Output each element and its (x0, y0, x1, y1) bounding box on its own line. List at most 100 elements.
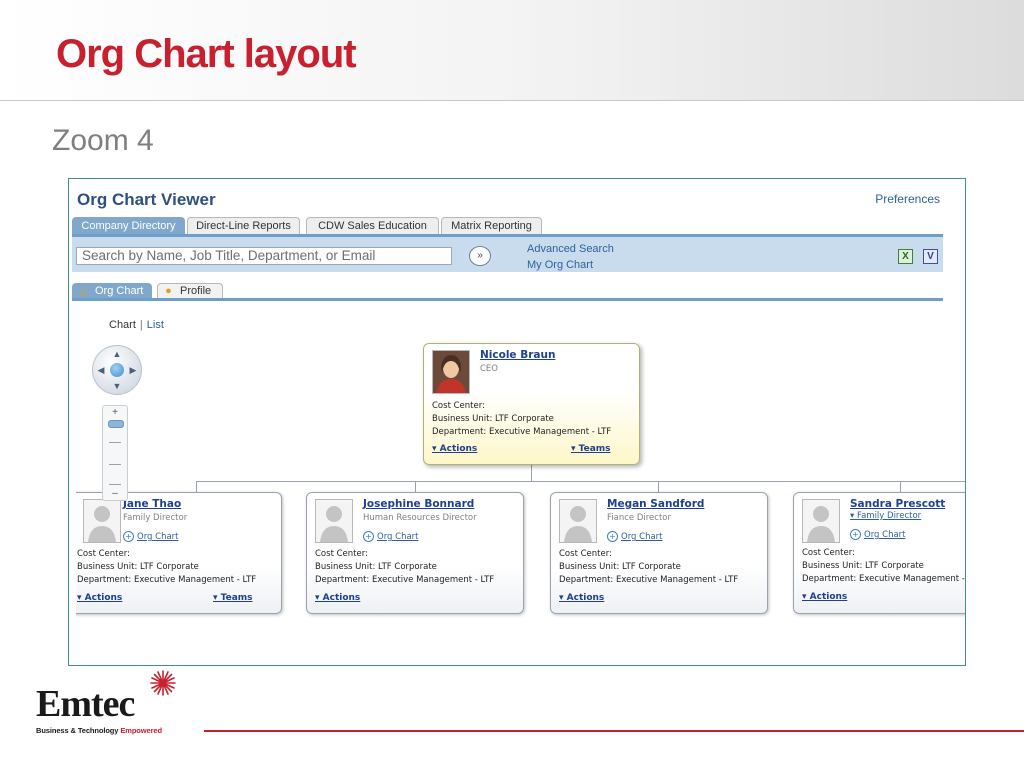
tab-org-chart-label: Org Chart (95, 285, 144, 297)
josephine-org-chart-label: Org Chart (377, 532, 419, 542)
search-bar: » Advanced Search My Org Chart X V (72, 237, 943, 272)
sandra-cost-center: Cost Center: (802, 548, 855, 558)
search-input[interactable] (76, 247, 452, 265)
jane-actions-link[interactable]: ▾ Actions (77, 593, 122, 603)
megan-business-unit: Business Unit: LTF Corporate (559, 562, 681, 572)
preferences-link[interactable]: Preferences (875, 192, 940, 206)
logo-tagline: Business & Technology Empowered (36, 726, 162, 735)
logo-wordmark: Emtec (36, 683, 135, 725)
ceo-business-unit: Business Unit: LTF Corporate (432, 414, 554, 424)
megan-department: Department: Executive Management - LTF (559, 575, 739, 585)
viewer-title: Org Chart Viewer (77, 190, 216, 209)
list-view-link[interactable]: List (147, 319, 164, 331)
subtabs-underline (72, 298, 943, 301)
default-avatar-icon (83, 499, 121, 543)
megan-name-link[interactable]: Megan Sandford (607, 498, 704, 510)
avatar-silhouette (807, 506, 835, 542)
ceo-department: Department: Executive Management - LTF (432, 427, 612, 437)
search-go-button[interactable]: » (469, 246, 491, 266)
pan-control[interactable]: ▲ ▼ ◀ ▶ (92, 345, 142, 395)
tab-profile[interactable]: ● Profile (157, 283, 223, 299)
slide-title: Org Chart layout (56, 32, 357, 76)
megan-title: Fiance Director (607, 513, 671, 523)
megan-org-chart-label: Org Chart (621, 532, 663, 542)
visio-export-icon[interactable]: V (923, 249, 938, 264)
sandra-business-unit: Business Unit: LTF Corporate (802, 561, 924, 571)
tab-cdw-sales-education[interactable]: CDW Sales Education (306, 217, 439, 235)
zoom-in-icon[interactable]: + (103, 408, 127, 418)
footer-divider (204, 730, 1024, 732)
pan-center-icon[interactable] (110, 363, 124, 377)
pan-down-icon[interactable]: ▼ (111, 381, 123, 391)
sandra-title-dropdown[interactable]: ▾ Family Director (850, 511, 921, 521)
connector-horizontal (196, 481, 965, 482)
josephine-actions-link[interactable]: ▾ Actions (315, 593, 360, 603)
megan-actions-link[interactable]: ▾ Actions (559, 593, 604, 603)
pan-up-icon[interactable]: ▲ (111, 349, 123, 359)
emtec-logo: Emtec Business & Technology Empowered (36, 670, 206, 738)
logo-tagline-black: Business & Technology (36, 726, 119, 735)
my-org-chart-link[interactable]: My Org Chart (527, 259, 593, 271)
ceo-cost-center: Cost Center: (432, 401, 485, 411)
jane-teams-link[interactable]: ▾ Teams (213, 593, 253, 603)
org-chart-viewer: Org Chart Viewer Preferences Company Dir… (68, 178, 966, 666)
slide-header: Org Chart layout (0, 0, 1024, 101)
jane-business-unit: Business Unit: LTF Corporate (77, 562, 199, 572)
josephine-name-link[interactable]: Josephine Bonnard (363, 498, 474, 510)
org-chart-plus-icon: + (850, 529, 861, 540)
tab-direct-line-reports[interactable]: Direct-Line Reports (187, 217, 300, 235)
ceo-teams-link[interactable]: ▾ Teams (571, 444, 611, 454)
jane-name-link[interactable]: Jane Thao (123, 498, 181, 510)
avatar-silhouette (564, 506, 592, 542)
default-avatar-icon (802, 499, 840, 543)
ceo-card: Nicole Braun CEO Cost Center: Business U… (423, 343, 640, 465)
ceo-title: CEO (480, 364, 498, 374)
org-chart-plus-icon: + (363, 531, 374, 542)
zoom-tick (109, 464, 121, 465)
view-toggle: Chart | List (109, 319, 164, 331)
avatar-silhouette (320, 506, 348, 542)
chart-area: Nicole Braun CEO Cost Center: Business U… (76, 339, 965, 661)
jane-org-chart-link[interactable]: + Org Chart (123, 531, 179, 542)
logo-tagline-red: Empowered (120, 726, 162, 735)
view-separator: | (139, 319, 143, 331)
person-icon: ● (165, 285, 172, 297)
josephine-cost-center: Cost Center: (315, 549, 368, 559)
zoom-tick (109, 442, 121, 443)
starburst-icon (150, 670, 176, 696)
sandra-name-link[interactable]: Sandra Prescott (850, 498, 945, 510)
excel-export-icon[interactable]: X (898, 249, 913, 264)
sandra-org-chart-link[interactable]: + Org Chart (850, 529, 906, 540)
josephine-org-chart-link[interactable]: + Org Chart (363, 531, 419, 542)
josephine-title: Human Resources Director (363, 513, 477, 523)
report-card-jane: Jane Thao Family Director + Org Chart Cos… (76, 492, 282, 614)
org-chart-plus-icon: + (123, 531, 134, 542)
default-avatar-icon (315, 499, 353, 543)
sandra-actions-link[interactable]: ▾ Actions (802, 592, 847, 602)
ceo-photo-image (433, 351, 469, 393)
tab-matrix-reporting[interactable]: Matrix Reporting (441, 217, 542, 235)
megan-cost-center: Cost Center: (559, 549, 612, 559)
chart-view-label: Chart (109, 319, 136, 331)
advanced-search-link[interactable]: Advanced Search (527, 243, 614, 255)
report-card-megan: Megan Sandford Fiance Director + Org Char… (550, 492, 768, 614)
tab-org-chart[interactable]: △ Org Chart (72, 283, 152, 299)
ceo-photo (432, 350, 470, 394)
jane-org-chart-label: Org Chart (137, 532, 179, 542)
zoom-handle[interactable] (108, 420, 124, 428)
zoom-slider[interactable]: + – (102, 405, 128, 501)
zoom-out-icon[interactable]: – (103, 489, 127, 499)
megan-org-chart-link[interactable]: + Org Chart (607, 531, 663, 542)
ceo-actions-link[interactable]: ▾ Actions (432, 444, 477, 454)
tab-company-directory[interactable]: Company Directory (72, 217, 185, 235)
pan-right-icon[interactable]: ▶ (127, 365, 139, 375)
ceo-name-link[interactable]: Nicole Braun (480, 349, 555, 361)
tab-profile-label: Profile (180, 285, 212, 297)
josephine-business-unit: Business Unit: LTF Corporate (315, 562, 437, 572)
avatar-silhouette (88, 506, 116, 542)
sandra-org-chart-label: Org Chart (864, 530, 906, 540)
slide-subtitle: Zoom 4 (52, 124, 154, 157)
pan-left-icon[interactable]: ◀ (95, 365, 107, 375)
default-avatar-icon (559, 499, 597, 543)
report-card-sandra: Sandra Prescott ▾ Family Director + Org C… (793, 492, 965, 614)
